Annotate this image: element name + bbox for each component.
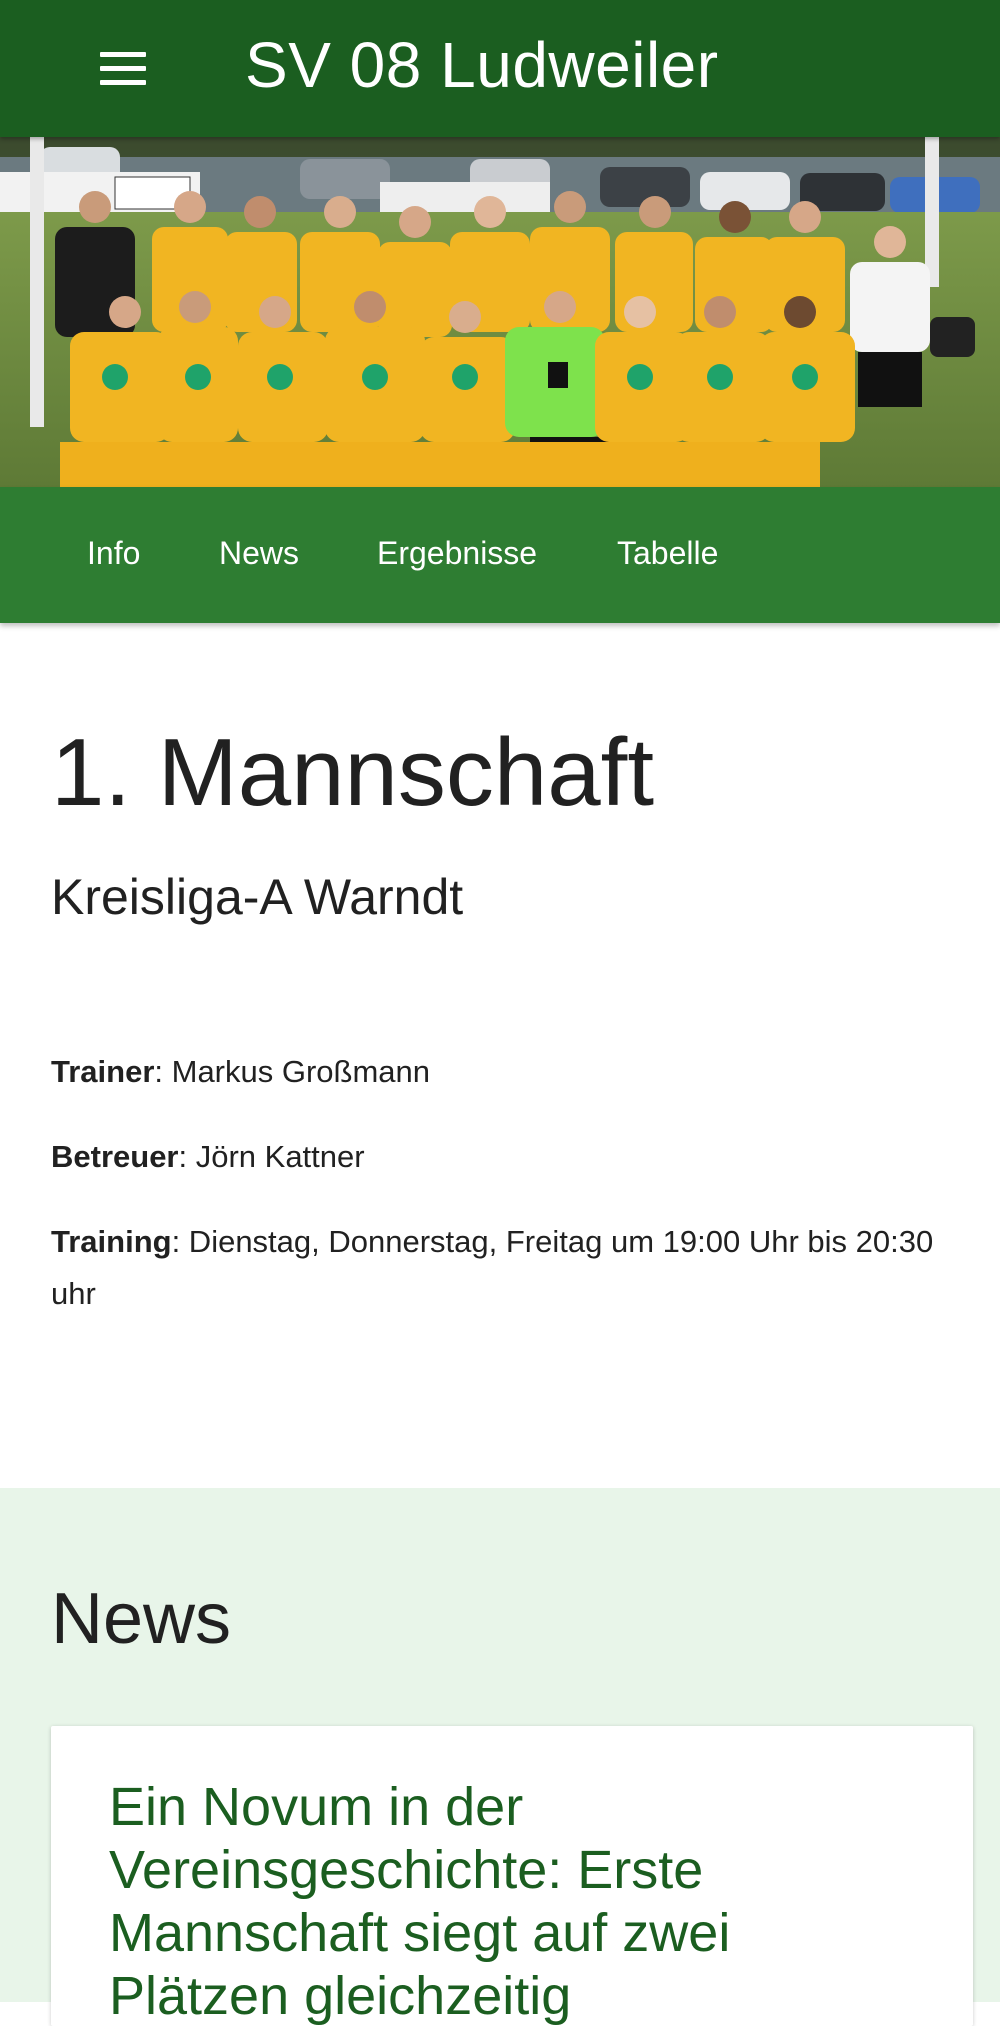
app-bar: SV 08 Ludweiler: [0, 0, 1000, 137]
tab-news[interactable]: News: [219, 535, 299, 572]
page-title: 1. Mannschaft: [51, 719, 654, 826]
hamburger-menu-icon[interactable]: [100, 52, 146, 86]
betreuer-value: : Jörn Kattner: [178, 1139, 365, 1174]
news-section: News Ein Novum in der Vereinsgeschichte:…: [0, 1488, 1000, 2026]
betreuer-line: Betreuer: Jörn Kattner: [51, 1131, 941, 1183]
section-tabs: Info News Ergebnisse Tabelle: [0, 487, 1000, 623]
trainer-value: : Markus Großmann: [154, 1054, 431, 1089]
tab-tabelle[interactable]: Tabelle: [617, 535, 718, 572]
news-card-title[interactable]: Ein Novum in der Vereinsgeschichte: Erst…: [109, 1776, 919, 2026]
tab-ergebnisse[interactable]: Ergebnisse: [377, 535, 537, 572]
trainer-label: Trainer: [51, 1054, 155, 1089]
app-title: SV 08 Ludweiler: [245, 29, 719, 101]
team-photo: [0, 137, 1000, 487]
news-heading: News: [51, 1579, 232, 1659]
trainer-line: Trainer: Markus Großmann: [51, 1046, 941, 1098]
training-line: Training: Dienstag, Donnerstag, Freitag …: [51, 1216, 941, 1320]
training-value: : Dienstag, Donnerstag, Freitag um 19:00…: [51, 1224, 934, 1311]
news-card[interactable]: Ein Novum in der Vereinsgeschichte: Erst…: [51, 1726, 973, 2026]
training-label: Training: [51, 1224, 172, 1259]
tab-info[interactable]: Info: [87, 535, 140, 572]
league-subtitle: Kreisliga-A Warndt: [51, 869, 464, 925]
betreuer-label: Betreuer: [51, 1139, 179, 1174]
